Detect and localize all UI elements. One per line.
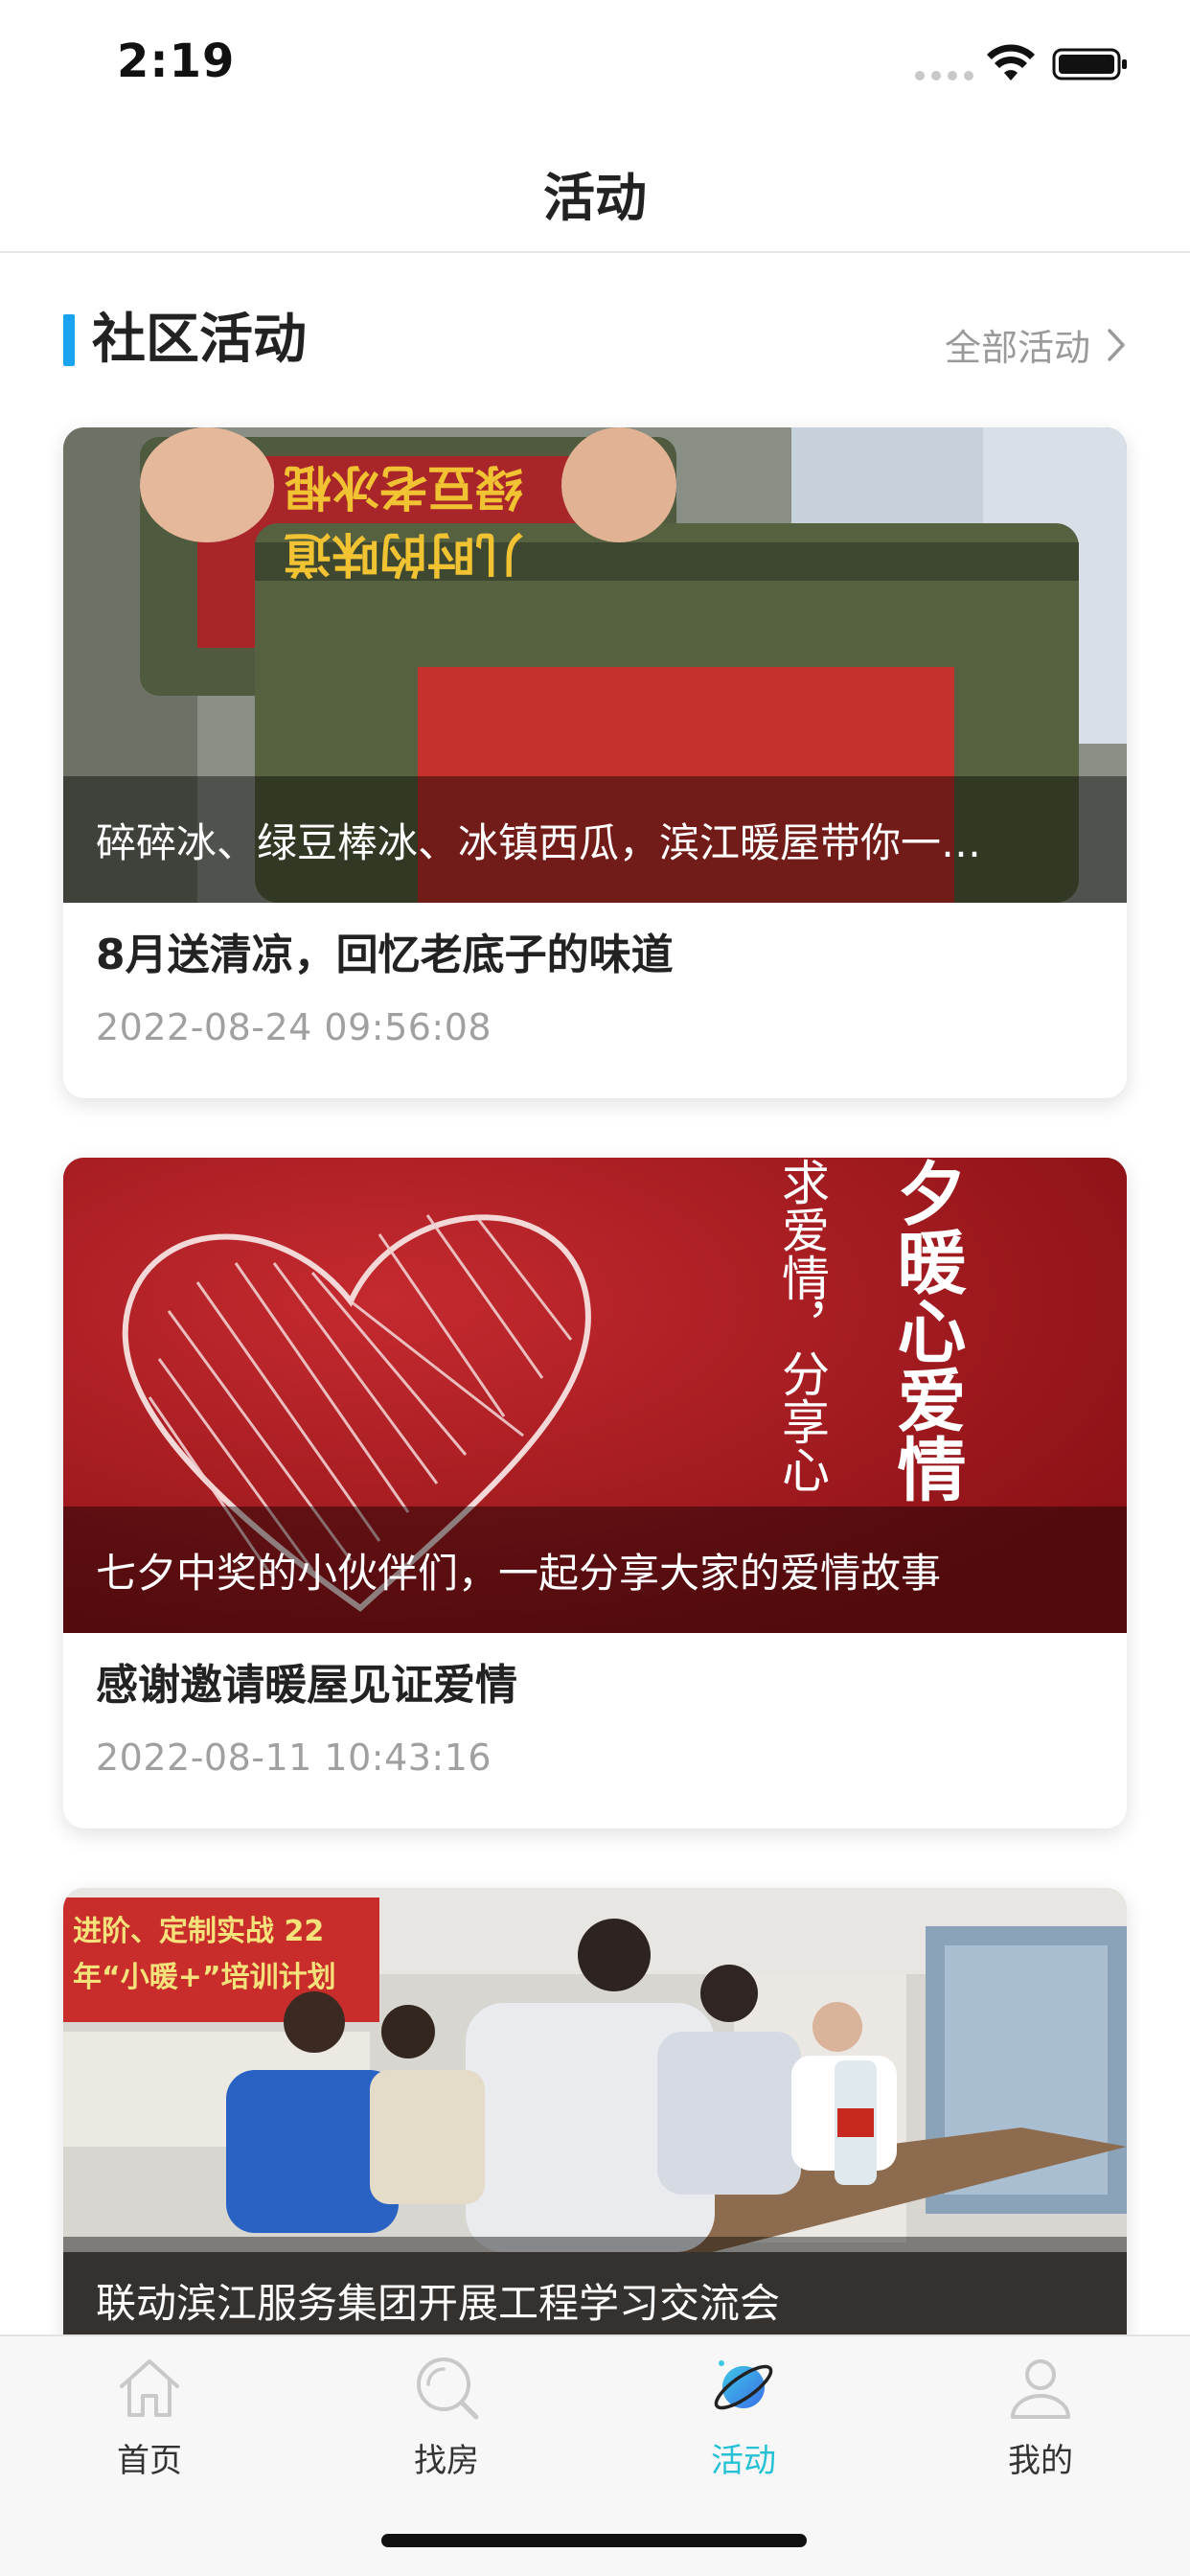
tab-label: 首页 — [117, 2442, 182, 2480]
activity-image: 绿豆老冰棍 儿时的味道 碎碎冰、绿豆棒冰、冰镇西瓜，滨江暖屋带你一… — [63, 427, 1127, 903]
image-vertical-text-1: 夕暖心爱情 — [885, 1158, 966, 1503]
image-vertical-text-2: 求爱情，分享心 — [774, 1158, 830, 1493]
tab-label: 找房 — [414, 2442, 479, 2480]
card-summary: 碎碎冰、绿豆棒冰、冰镇西瓜，滨江暖屋带你一… — [96, 818, 982, 866]
wifi-icon — [987, 44, 1035, 80]
tab-label: 我的 — [1008, 2442, 1073, 2480]
tab-activities[interactable]: 活动 — [648, 2352, 839, 2496]
activity-card[interactable]: 绿豆老冰棍 儿时的味道 碎碎冰、绿豆棒冰、冰镇西瓜，滨江暖屋带你一… 8月送清凉… — [63, 427, 1127, 1098]
activity-card[interactable]: 进阶、定制实战 22年“小暖+”培训计划 联动滨江服务集团开展工程学习交流会 — [63, 1888, 1127, 2363]
battery-icon — [1052, 48, 1127, 80]
image-banner-text: 进阶、定制实战 22年“小暖+”培训计划 — [73, 1915, 336, 1994]
card-body: 感谢邀请暖屋见证爱情 2022-08-11 10:43:16 — [63, 1633, 1127, 1828]
tab-home[interactable]: 首页 — [54, 2352, 245, 2496]
all-activities-link[interactable]: 全部活动 — [945, 318, 1127, 371]
tab-find-house[interactable]: 找房 — [351, 2352, 542, 2496]
card-summary: 七夕中奖的小伙伴们，一起分享大家的爱情故事 — [96, 1549, 942, 1597]
search-icon — [417, 2358, 479, 2420]
cellular-signal-icon — [915, 71, 973, 80]
all-activities-label: 全部活动 — [944, 327, 1090, 369]
image-caption-line-1: 绿豆老冰棍 — [284, 459, 523, 515]
chevron-right-icon — [1108, 328, 1125, 361]
nav-bar: 活动 — [0, 126, 1190, 253]
image-caption-line-2: 儿时的味道 — [284, 526, 523, 582]
card-date: 2022-08-24 09:56:08 — [96, 1006, 492, 1048]
activity-image: 夕暖心爱情 求爱情，分享心 七夕中奖的小伙伴们，一起分享大家的爱情故事 — [63, 1158, 1127, 1633]
card-overlay: 七夕中奖的小伙伴们，一起分享大家的爱情故事 — [63, 1506, 1127, 1633]
home-indicator — [381, 2534, 807, 2547]
section-title: 社区活动 — [92, 309, 307, 371]
status-time: 2:19 — [117, 34, 236, 88]
activity-image: 进阶、定制实战 22年“小暖+”培训计划 联动滨江服务集团开展工程学习交流会 — [63, 1888, 1127, 2363]
user-icon — [1011, 2359, 1070, 2419]
tab-mine[interactable]: 我的 — [945, 2352, 1136, 2496]
card-title: 感谢邀请暖屋见证爱情 — [96, 1661, 517, 1710]
activity-card[interactable]: 夕暖心爱情 求爱情，分享心 七夕中奖的小伙伴们，一起分享大家的爱情故事 感谢邀请… — [63, 1158, 1127, 1828]
card-summary: 联动滨江服务集团开展工程学习交流会 — [96, 2279, 781, 2327]
card-title: 8月送清凉，回忆老底子的味道 — [96, 931, 674, 979]
status-bar: 2:19 — [0, 0, 1190, 126]
section-accent-bar — [63, 314, 75, 366]
card-overlay: 碎碎冰、绿豆棒冰、冰镇西瓜，滨江暖屋带你一… — [63, 776, 1127, 903]
home-icon — [120, 2359, 179, 2417]
planet-icon — [714, 2360, 773, 2410]
section-header: 社区活动 全部活动 — [63, 307, 1127, 374]
card-date: 2022-08-11 10:43:16 — [96, 1736, 492, 1779]
tab-label: 活动 — [711, 2442, 776, 2480]
page-title: 活动 — [543, 168, 647, 228]
card-body: 8月送清凉，回忆老底子的味道 2022-08-24 09:56:08 — [63, 903, 1127, 1098]
